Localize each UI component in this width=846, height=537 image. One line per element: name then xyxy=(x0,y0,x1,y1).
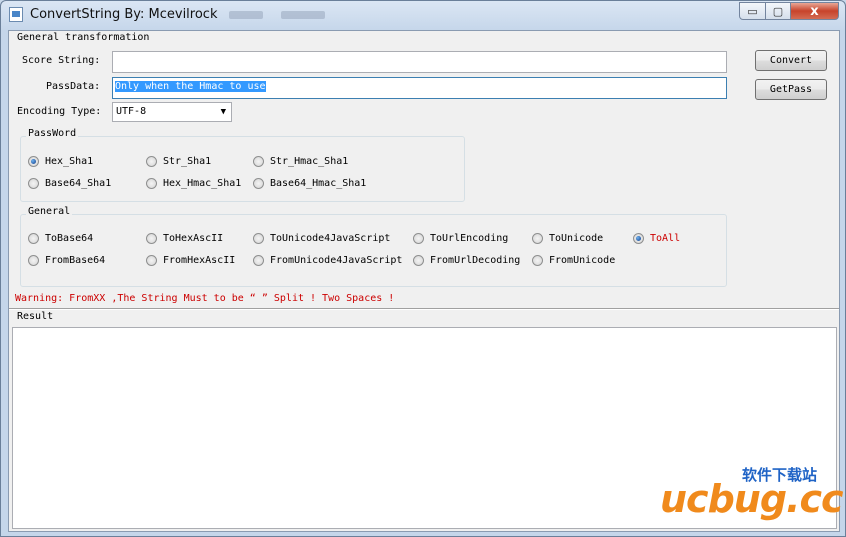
radio-label: Str_Sha1 xyxy=(163,156,212,167)
encoding-type-label: Encoding Type: xyxy=(17,106,102,117)
password-group xyxy=(20,136,465,202)
radio-circle-icon xyxy=(146,156,157,167)
radio-fromunicode4javascript[interactable]: FromUnicode4JavaScript xyxy=(253,255,402,266)
radio-label: ToUnicode4JavaScript xyxy=(270,233,391,244)
minimize-button[interactable]: ▭ xyxy=(739,2,766,20)
watermark-brand: ucbug.cc xyxy=(660,477,844,521)
radio-circle-icon xyxy=(28,255,39,266)
warning-text: Warning: FromXX ,The String Must to be “… xyxy=(15,293,395,304)
general-transformation-heading: General transformation xyxy=(17,32,150,43)
convert-button[interactable]: Convert xyxy=(755,50,827,71)
maximize-icon: ▢ xyxy=(772,4,784,18)
radio-hex-hmac-sha1[interactable]: Hex_Hmac_Sha1 xyxy=(146,178,241,189)
background-ghost-text xyxy=(281,11,325,19)
radio-label: FromUnicode xyxy=(549,255,616,266)
encoding-type-value: UTF-8 xyxy=(116,106,147,117)
radio-tounicode4javascript[interactable]: ToUnicode4JavaScript xyxy=(253,233,390,244)
app-icon xyxy=(9,7,23,22)
score-string-label: Score String: xyxy=(22,55,101,66)
general-group-label: General xyxy=(26,206,73,217)
radio-circle-icon xyxy=(146,233,157,244)
radio-label: Str_Hmac_Sha1 xyxy=(270,156,349,167)
radio-circle-icon xyxy=(253,156,264,167)
score-string-input[interactable] xyxy=(112,51,727,73)
radio-circle-icon xyxy=(253,233,264,244)
passdata-label: PassData: xyxy=(46,81,101,92)
radio-circle-icon xyxy=(253,178,264,189)
radio-fromunicode[interactable]: FromUnicode xyxy=(532,255,615,266)
radio-toall[interactable]: ToAll xyxy=(633,233,680,244)
passdata-value: Only when the Hmac to use xyxy=(115,81,266,92)
radio-label: ToUnicode xyxy=(549,233,604,244)
radio-label: FromBase64 xyxy=(45,255,106,266)
radio-label: Base64_Hmac_Sha1 xyxy=(270,178,367,189)
radio-circle-icon xyxy=(413,233,424,244)
result-label: Result xyxy=(17,311,54,322)
encoding-type-select[interactable]: UTF-8 ▼ xyxy=(112,102,232,122)
radio-label: ToHexAscII xyxy=(163,233,224,244)
radio-circle-icon xyxy=(253,255,264,266)
passdata-input[interactable]: Only when the Hmac to use xyxy=(112,77,727,99)
radio-str-hmac-sha1[interactable]: Str_Hmac_Sha1 xyxy=(253,156,348,167)
close-icon: x xyxy=(810,3,819,19)
radio-label: FromUrlDecoding xyxy=(430,255,521,266)
radio-tohexascii[interactable]: ToHexAscII xyxy=(146,233,223,244)
client-area: General transformation Score String: Pas… xyxy=(8,30,844,532)
app-window: ConvertString By: Mcevilrock ▭ ▢ x Gener… xyxy=(0,0,846,537)
radio-label: Base64_Sha1 xyxy=(45,178,112,189)
radio-circle-icon xyxy=(532,233,543,244)
window-title: ConvertString By: Mcevilrock xyxy=(30,7,218,22)
radio-base64-hmac-sha1[interactable]: Base64_Hmac_Sha1 xyxy=(253,178,366,189)
radio-label: ToUrlEncoding xyxy=(430,233,509,244)
radio-label: Hex_Sha1 xyxy=(45,156,94,167)
background-ghost-text xyxy=(229,11,263,19)
minimize-icon: ▭ xyxy=(747,4,758,18)
radio-label: FromUnicode4JavaScript xyxy=(270,255,403,266)
radio-label: FromHexAscII xyxy=(163,255,236,266)
chevron-down-icon: ▼ xyxy=(220,107,226,117)
radio-circle-icon xyxy=(28,178,39,189)
radio-fromurldecoding[interactable]: FromUrlDecoding xyxy=(413,255,520,266)
radio-hex-sha1[interactable]: Hex_Sha1 xyxy=(28,156,93,167)
radio-tobase64[interactable]: ToBase64 xyxy=(28,233,93,244)
password-group-label: PassWord xyxy=(26,128,79,139)
divider xyxy=(9,308,839,310)
radio-label: ToAll xyxy=(650,233,681,244)
radio-circle-icon xyxy=(413,255,424,266)
radio-tounicode[interactable]: ToUnicode xyxy=(532,233,603,244)
radio-circle-icon xyxy=(146,255,157,266)
title-bar[interactable]: ConvertString By: Mcevilrock ▭ ▢ x xyxy=(1,1,845,29)
general-group xyxy=(20,214,727,287)
getpass-button[interactable]: GetPass xyxy=(755,79,827,100)
radio-circle-icon xyxy=(633,233,644,244)
radio-label: Hex_Hmac_Sha1 xyxy=(163,178,242,189)
maximize-button[interactable]: ▢ xyxy=(765,2,791,20)
radio-tourlencoding[interactable]: ToUrlEncoding xyxy=(413,233,508,244)
radio-fromhexascii[interactable]: FromHexAscII xyxy=(146,255,235,266)
radio-base64-sha1[interactable]: Base64_Sha1 xyxy=(28,178,111,189)
radio-circle-icon xyxy=(146,178,157,189)
radio-circle-icon xyxy=(28,233,39,244)
radio-frombase64[interactable]: FromBase64 xyxy=(28,255,105,266)
close-button[interactable]: x xyxy=(790,2,839,20)
radio-str-sha1[interactable]: Str_Sha1 xyxy=(146,156,211,167)
radio-label: ToBase64 xyxy=(45,233,94,244)
radio-circle-icon xyxy=(28,156,39,167)
radio-circle-icon xyxy=(532,255,543,266)
